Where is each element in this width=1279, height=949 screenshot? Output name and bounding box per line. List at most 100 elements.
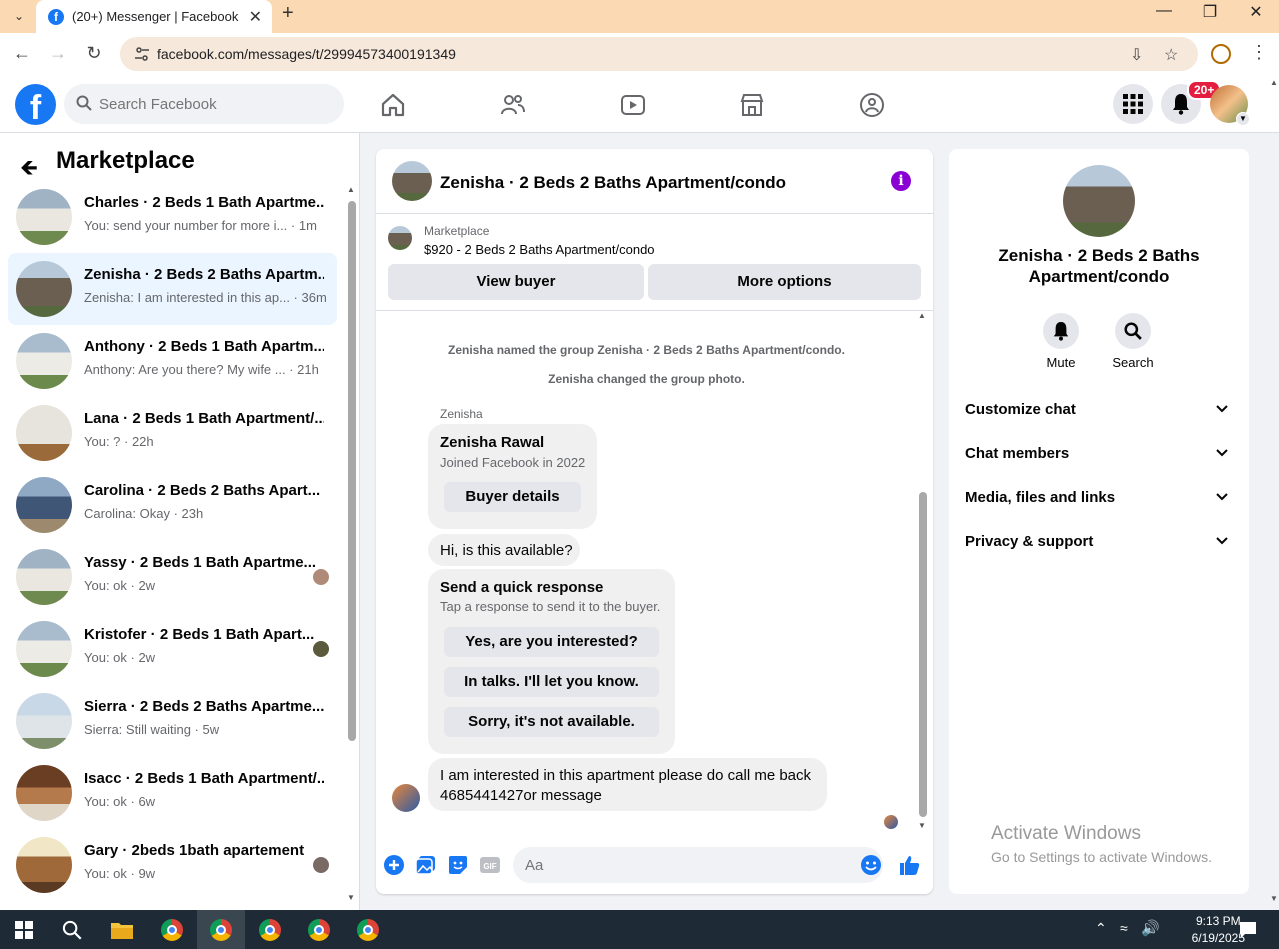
- browser-profile-icon[interactable]: [1211, 44, 1231, 64]
- chrome-button[interactable]: [148, 910, 196, 949]
- notification-center-icon[interactable]: [1239, 921, 1257, 939]
- conversation-avatar: [16, 549, 72, 605]
- chrome-profile-button-active[interactable]: [197, 910, 245, 949]
- message-bubble: I am interested in this apartment please…: [428, 758, 827, 811]
- conversation-item[interactable]: Yassy · 2 Beds 1 Bath Apartme... You: ok…: [8, 541, 337, 613]
- conversation-item[interactable]: Anthony · 2 Beds 1 Bath Apartm... Anthon…: [8, 325, 337, 397]
- install-app-icon[interactable]: ⇩: [1130, 45, 1143, 65]
- video-icon[interactable]: [620, 92, 646, 118]
- listing-source: Marketplace: [424, 224, 490, 238]
- scroll-down-icon[interactable]: ▼: [347, 893, 355, 902]
- address-toolbar: ← → ↻ facebook.com/messages/t/2999457340…: [0, 33, 1279, 76]
- tab-close-icon[interactable]: ✕: [249, 7, 262, 27]
- mute-action[interactable]: Mute: [1026, 313, 1096, 370]
- chat-details-avatar: [1063, 165, 1135, 237]
- quick-reply-in-talks-button[interactable]: In talks. I'll let you know.: [444, 667, 659, 697]
- restore-icon[interactable]: ❐: [1187, 2, 1233, 22]
- conversation-item[interactable]: Gary · 2beds 1bath apartement You: ok · …: [8, 829, 337, 901]
- sidebar-scroll-thumb[interactable]: [348, 201, 356, 741]
- back-icon[interactable]: ←: [10, 43, 34, 64]
- chrome-profile-button[interactable]: [344, 910, 392, 949]
- conversation-preview: You: ok · 2w: [84, 578, 156, 593]
- chat-title[interactable]: Zenisha · 2 Beds 2 Baths Apartment/condo: [440, 173, 786, 193]
- chat-members-section[interactable]: Chat members: [949, 434, 1249, 474]
- scroll-up-icon[interactable]: ▲: [918, 311, 926, 320]
- scroll-up-icon[interactable]: ▲: [347, 185, 355, 194]
- message-input[interactable]: [513, 847, 883, 883]
- search-action[interactable]: Search: [1098, 313, 1168, 370]
- buyer-profile-card: Zenisha Rawal Joined Facebook in 2022 Bu…: [428, 424, 597, 529]
- conversation-preview: You: ok · 2w: [84, 650, 156, 665]
- customize-chat-section[interactable]: Customize chat: [949, 390, 1249, 430]
- site-settings-icon[interactable]: [134, 46, 150, 62]
- taskbar-clock[interactable]: 9:13 PM 6/19/2025: [1192, 913, 1245, 947]
- forward-icon[interactable]: →: [46, 43, 70, 64]
- browser-menu-icon[interactable]: ⋮: [1250, 42, 1268, 63]
- home-icon[interactable]: [380, 92, 406, 118]
- chat-avatar[interactable]: [392, 161, 432, 201]
- facebook-logo-icon[interactable]: f: [15, 84, 56, 127]
- search-icon: [76, 95, 92, 111]
- photo-icon[interactable]: [415, 854, 437, 876]
- start-button[interactable]: [0, 910, 48, 949]
- tray-chevron-up-icon[interactable]: ⌃: [1095, 920, 1107, 937]
- sticker-icon[interactable]: [447, 854, 469, 876]
- conversation-item-active[interactable]: Zenisha · 2 Beds 2 Baths Apartm... Zenis…: [8, 253, 337, 325]
- marketplace-icon[interactable]: [739, 92, 765, 118]
- volume-icon[interactable]: 🔊: [1141, 919, 1160, 937]
- menu-grid-button[interactable]: [1113, 84, 1153, 124]
- conversation-item[interactable]: Charles · 2 Beds 1 Bath Apartme... You: …: [8, 181, 337, 253]
- sender-label: Zenisha: [440, 407, 483, 421]
- conversation-preview: You: send your number for more i... · 1m: [84, 218, 317, 233]
- conversation-avatar: [16, 765, 72, 821]
- info-icon[interactable]: i: [891, 171, 911, 191]
- listing-price[interactable]: $920 - 2 Beds 2 Baths Apartment/condo: [424, 242, 655, 257]
- media-files-links-section[interactable]: Media, files and links: [949, 478, 1249, 518]
- scroll-down-icon[interactable]: ▼: [1270, 894, 1278, 903]
- conversation-item[interactable]: Carolina · 2 Beds 2 Baths Apart... Carol…: [8, 469, 337, 541]
- facebook-search[interactable]: [64, 84, 344, 124]
- conversation-preview: You: ? · 22h: [84, 434, 154, 449]
- quick-reply-not-available-button[interactable]: Sorry, it's not available.: [444, 707, 659, 737]
- bookmark-star-icon[interactable]: ☆: [1164, 45, 1178, 65]
- emoji-icon[interactable]: [860, 854, 882, 876]
- scroll-down-icon[interactable]: ▼: [918, 821, 926, 830]
- taskbar-search-button[interactable]: [48, 910, 96, 949]
- minimize-icon[interactable]: —: [1141, 2, 1187, 20]
- thumbs-up-icon[interactable]: [899, 854, 921, 876]
- account-chevron-icon[interactable]: ▼: [1236, 112, 1250, 126]
- buyer-details-button[interactable]: Buyer details: [444, 482, 581, 512]
- chrome-profile-button[interactable]: [295, 910, 343, 949]
- window-close-icon[interactable]: ✕: [1233, 2, 1279, 22]
- chat-scrollbar[interactable]: ▲ ▼: [917, 311, 929, 832]
- page-scrollbar[interactable]: ▲ ▼: [1268, 78, 1279, 908]
- reload-icon[interactable]: ↻: [82, 43, 106, 64]
- sender-avatar[interactable]: [392, 784, 420, 812]
- scroll-up-icon[interactable]: ▲: [1270, 78, 1278, 87]
- facebook-search-input[interactable]: [99, 84, 329, 124]
- gif-icon[interactable]: GIF: [479, 854, 501, 876]
- browser-tab[interactable]: f (20+) Messenger | Facebook ✕: [36, 0, 272, 33]
- seen-avatar: [313, 857, 329, 873]
- conversation-item[interactable]: Kristofer · 2 Beds 1 Bath Apart... You: …: [8, 613, 337, 685]
- conversation-item[interactable]: Lana · 2 Beds 1 Bath Apartment/... You: …: [8, 397, 337, 469]
- chrome-profile-button[interactable]: [246, 910, 294, 949]
- network-icon[interactable]: ≈: [1120, 920, 1128, 936]
- tab-search-chevron-icon[interactable]: ⌄: [6, 4, 32, 28]
- listing-thumbnail[interactable]: [388, 226, 412, 250]
- groups-icon[interactable]: [859, 92, 885, 118]
- view-buyer-button[interactable]: View buyer: [388, 264, 644, 300]
- conversation-avatar: [16, 189, 72, 245]
- file-explorer-button[interactable]: [98, 910, 146, 949]
- sidebar-scrollbar[interactable]: ▲ ▼: [347, 185, 356, 902]
- conversation-item[interactable]: Sierra · 2 Beds 2 Baths Apartme... Sierr…: [8, 685, 337, 757]
- conversation-item[interactable]: Isacc · 2 Beds 1 Bath Apartment/... You:…: [8, 757, 337, 829]
- quick-reply-yes-button[interactable]: Yes, are you interested?: [444, 627, 659, 657]
- url-bar[interactable]: facebook.com/messages/t/2999457340019134…: [120, 37, 1198, 71]
- friends-icon[interactable]: [500, 92, 526, 118]
- new-tab-icon[interactable]: +: [282, 2, 294, 25]
- chat-scroll-thumb[interactable]: [919, 492, 927, 817]
- privacy-support-section[interactable]: Privacy & support: [949, 522, 1249, 562]
- plus-circle-icon[interactable]: [383, 854, 405, 876]
- more-options-button[interactable]: More options: [648, 264, 921, 300]
